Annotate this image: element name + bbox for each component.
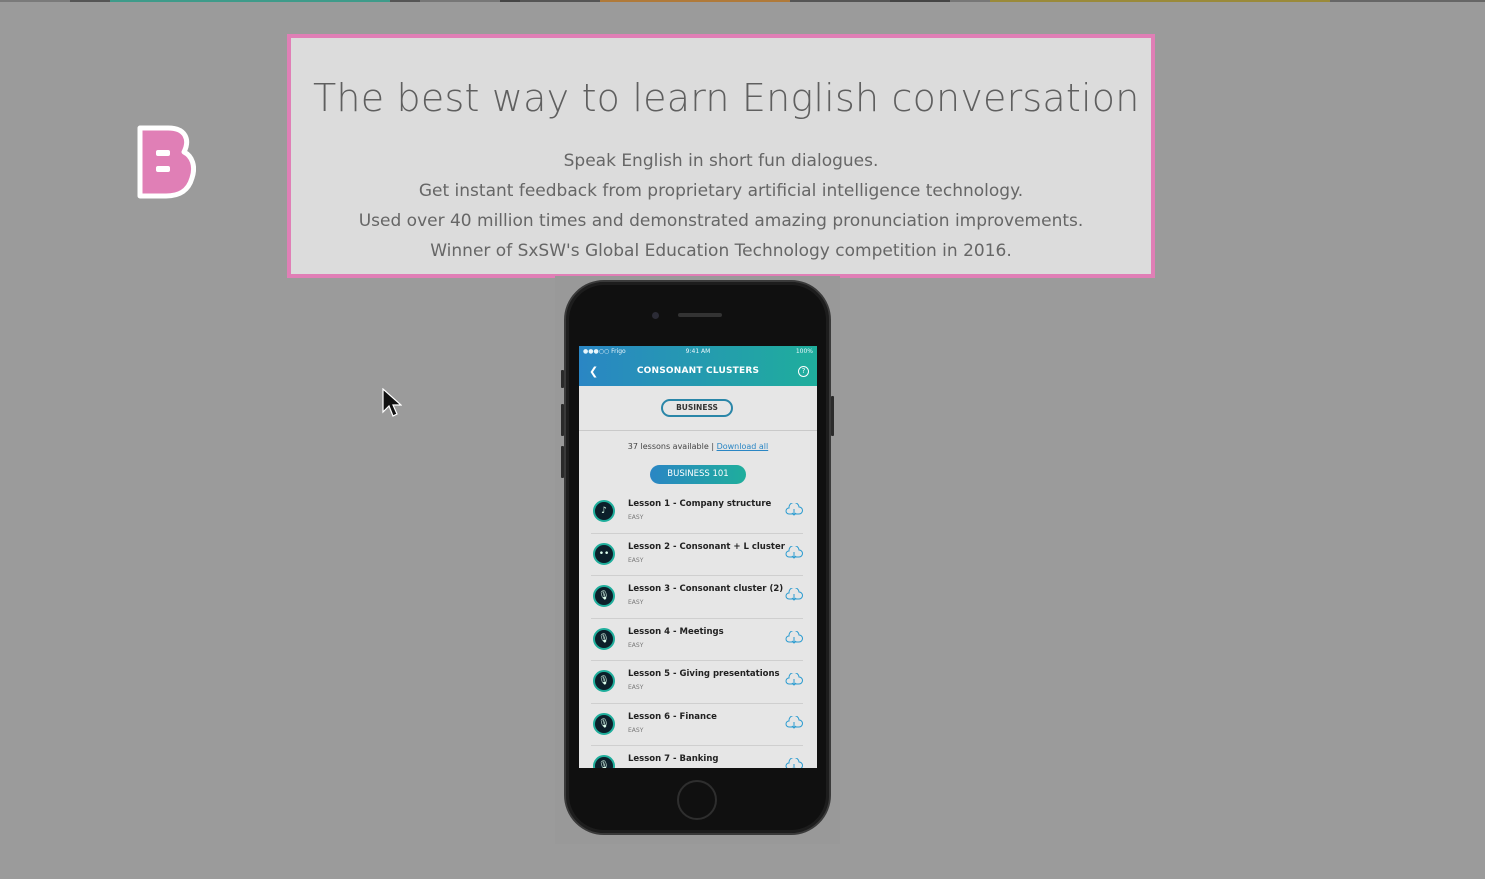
microphone-icon: 🎙 bbox=[593, 755, 615, 768]
microphone-icon: 🎙 bbox=[593, 670, 615, 692]
hero-line: Get instant feedback from proprietary ar… bbox=[418, 181, 1024, 201]
app-screen: ●●●○○ Frigo 9:41 AM 100% ❮ CONSONANT CLU… bbox=[579, 346, 817, 768]
hero-card: The best way to learn English conversati… bbox=[287, 34, 1155, 278]
lesson-level: EASY bbox=[628, 641, 644, 649]
course-pill[interactable]: BUSINESS 101 bbox=[650, 465, 746, 484]
lesson-title: Lesson 1 - Company structure bbox=[628, 499, 772, 509]
lesson-title: Lesson 5 - Giving presentations bbox=[628, 669, 780, 679]
volume-down-button bbox=[561, 446, 564, 478]
lesson-item[interactable]: •• Lesson 2 - Consonant + L cluster EASY bbox=[591, 534, 803, 576]
lesson-item[interactable]: 🎙 Lesson 7 - Banking bbox=[591, 746, 803, 768]
mute-switch bbox=[561, 370, 564, 388]
brand-logo-icon bbox=[137, 125, 196, 199]
home-button bbox=[677, 780, 717, 820]
lessons-count: 37 lessons available | bbox=[627, 442, 717, 451]
cloud-download-icon[interactable] bbox=[785, 758, 803, 768]
lesson-title: Lesson 6 - Finance bbox=[628, 711, 717, 722]
app-title: CONSONANT CLUSTERS bbox=[636, 366, 760, 376]
speaker-grille bbox=[678, 313, 722, 317]
brand-logo[interactable] bbox=[134, 122, 196, 200]
lesson-level: EASY bbox=[628, 599, 644, 606]
chat-icon: •• bbox=[593, 542, 615, 565]
lesson-title: Lesson 3 - Consonant cluster (2) bbox=[628, 584, 784, 594]
lesson-level: EASY bbox=[628, 684, 644, 691]
lesson-item[interactable]: 🎙 Lesson 6 - Finance EASY bbox=[591, 704, 803, 746]
hero-line: Used over 40 million times and demonstra… bbox=[358, 211, 1084, 231]
volume-up-button bbox=[561, 404, 564, 436]
hero-description: Speak English in short fun dialogues. Ge… bbox=[291, 146, 1151, 266]
hero-line: Winner of SxSW's Global Education Techno… bbox=[430, 241, 1012, 261]
front-camera-icon bbox=[652, 312, 659, 319]
category-area: BUSINESS bbox=[579, 386, 817, 431]
lessons-info: 37 lessons available | Download all bbox=[579, 442, 817, 451]
microphone-icon: 🎙 bbox=[593, 712, 615, 735]
cloud-download-icon[interactable] bbox=[785, 673, 803, 687]
power-button bbox=[831, 396, 834, 436]
cloud-download-icon[interactable] bbox=[785, 545, 803, 560]
cloud-download-icon[interactable] bbox=[785, 503, 803, 517]
battery-label: 100% bbox=[795, 348, 813, 355]
status-time: 9:41 AM bbox=[685, 348, 711, 355]
category-chip[interactable]: BUSINESS bbox=[661, 399, 733, 417]
microphone-icon: 🎙 bbox=[593, 585, 615, 607]
hero-line: Speak English in short fun dialogues. bbox=[563, 151, 879, 171]
hero-title: The best way to learn English conversati… bbox=[313, 76, 1140, 120]
lesson-level: EASY bbox=[628, 514, 644, 521]
cloud-download-icon[interactable] bbox=[785, 630, 803, 645]
cloud-download-icon[interactable] bbox=[785, 588, 803, 602]
lesson-title: Lesson 7 - Banking bbox=[628, 754, 719, 764]
status-bar: ●●●○○ Frigo 9:41 AM 100% bbox=[579, 348, 817, 358]
microphone-icon: 🎙 bbox=[593, 627, 615, 650]
lesson-title: Lesson 2 - Consonant + L cluster bbox=[628, 541, 785, 552]
top-color-strip bbox=[0, 0, 1485, 2]
download-all-link[interactable]: Download all bbox=[717, 442, 769, 451]
lesson-list: ♪ Lesson 1 - Company structure EASY •• L… bbox=[579, 491, 817, 768]
lesson-item[interactable]: ♪ Lesson 1 - Company structure EASY bbox=[591, 491, 803, 534]
lesson-level: EASY bbox=[628, 726, 644, 734]
mouse-cursor-icon bbox=[382, 388, 402, 417]
help-icon[interactable]: ? bbox=[798, 366, 809, 377]
lesson-item[interactable]: 🎙 Lesson 3 - Consonant cluster (2) EASY bbox=[591, 576, 803, 619]
lesson-title: Lesson 4 - Meetings bbox=[628, 626, 724, 637]
lesson-level: EASY bbox=[628, 556, 644, 564]
lesson-item[interactable]: 🎙 Lesson 5 - Giving presentations EASY bbox=[591, 661, 803, 704]
cloud-download-icon[interactable] bbox=[785, 715, 803, 730]
lesson-item[interactable]: 🎙 Lesson 4 - Meetings EASY bbox=[591, 619, 803, 661]
app-header: ●●●○○ Frigo 9:41 AM 100% ❮ CONSONANT CLU… bbox=[579, 346, 817, 386]
headphones-icon: ♪ bbox=[593, 500, 615, 522]
